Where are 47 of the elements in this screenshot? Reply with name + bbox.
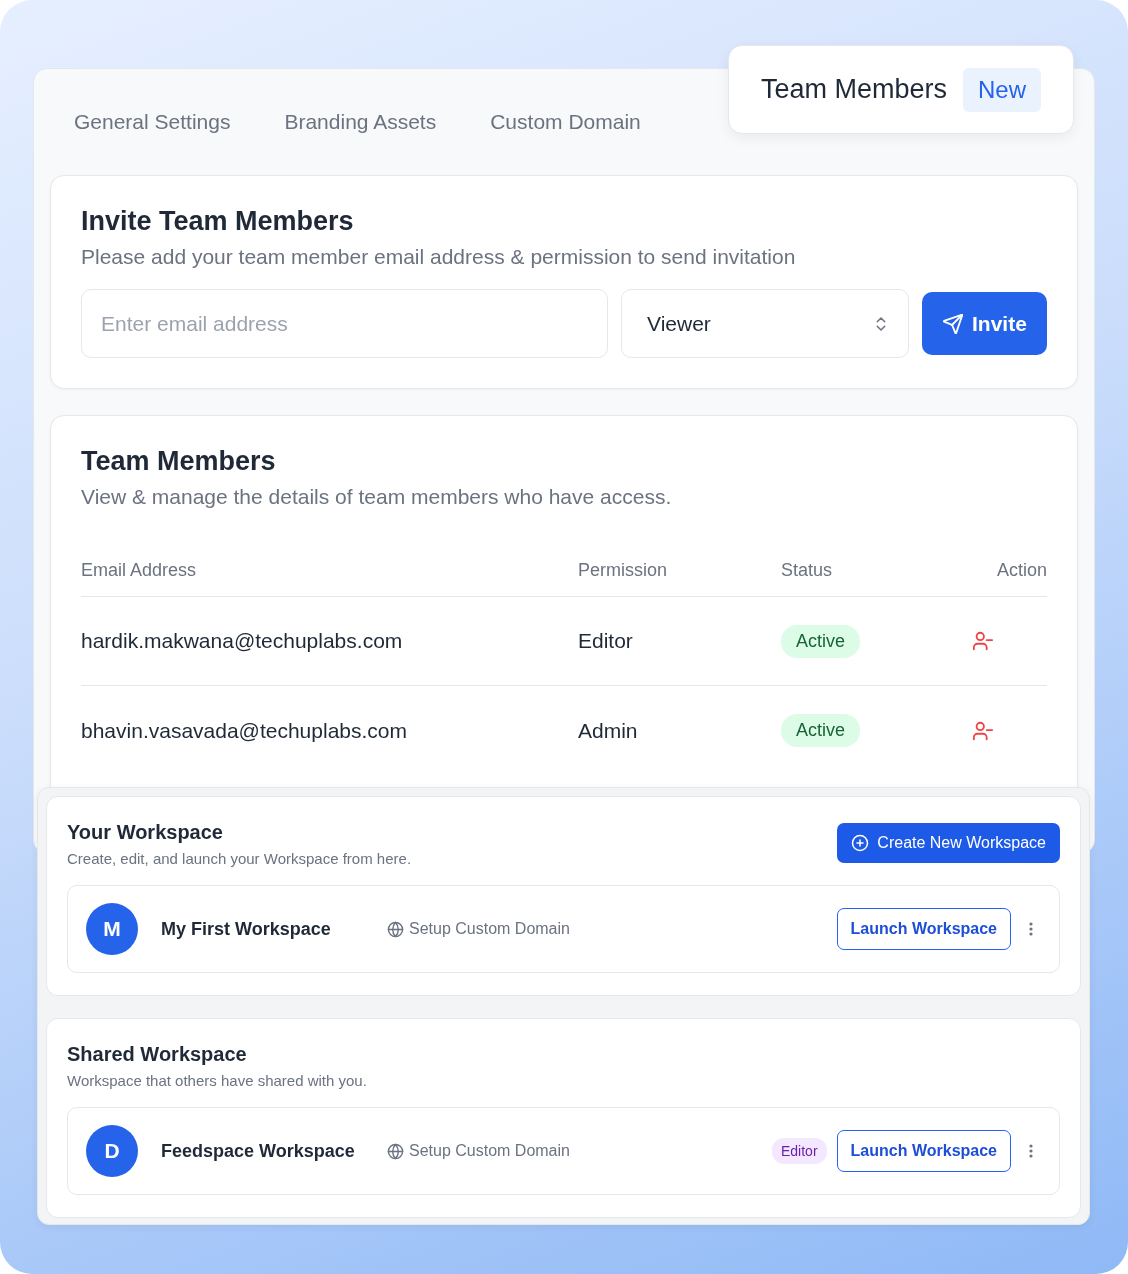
workspace-name: My First Workspace xyxy=(161,918,332,940)
tab[interactable]: Custom Domain xyxy=(490,110,641,134)
create-workspace-button[interactable]: Create New Workspace xyxy=(837,823,1060,863)
email-cell-text: hardik.makwana@techuplabs.com xyxy=(81,629,404,653)
invite-button[interactable]: Invite xyxy=(922,292,1047,355)
permission-cell-text: Editor xyxy=(578,629,634,653)
section-title: Your Workspace xyxy=(67,821,224,844)
setup-domain-link[interactable]: Setup Custom Domain xyxy=(387,1142,570,1160)
column-header: Permission xyxy=(578,560,669,581)
remove-user-icon[interactable] xyxy=(972,719,994,742)
email-cell-text: bhavin.vasavada@techuplabs.com xyxy=(81,718,408,743)
avatar: D xyxy=(86,1125,138,1177)
more-icon xyxy=(1029,1144,1033,1158)
column-header: Status xyxy=(781,560,834,581)
send-icon xyxy=(942,312,964,335)
globe-icon xyxy=(387,920,404,938)
tab[interactable]: Branding Assets xyxy=(284,110,437,134)
launch-button[interactable]: Launch Workspace xyxy=(836,1130,1011,1172)
permission-select[interactable]: Viewer xyxy=(621,289,909,358)
more-button[interactable] xyxy=(1029,1144,1033,1158)
card-subtitle: Please add your team member email address & permission to send invitation xyxy=(81,245,797,269)
more-button[interactable] xyxy=(1029,922,1033,936)
setup-domain-link[interactable]: Setup Custom Domain xyxy=(387,920,570,938)
tab-label: Team Members xyxy=(760,74,947,105)
section-subtitle: Workspace that others have shared with you. xyxy=(67,1072,367,1089)
email-field[interactable]: Enter email address xyxy=(81,289,608,358)
column-header: Action xyxy=(996,560,1047,581)
workspace-name: Feedspace Workspace xyxy=(161,1140,356,1162)
column-header: Email Address xyxy=(81,560,198,581)
launch-button[interactable]: Launch Workspace xyxy=(836,908,1011,950)
more-icon xyxy=(1029,922,1033,936)
plus-icon xyxy=(851,834,870,852)
role-badge: Editor xyxy=(772,1138,827,1164)
tab[interactable]: General Settings xyxy=(74,110,231,134)
avatar: M xyxy=(86,903,138,955)
card-title: Invite Team Members xyxy=(81,206,355,237)
card-title: Team Members xyxy=(81,446,277,477)
section-title: Shared Workspace xyxy=(67,1043,248,1066)
card-subtitle: View & manage the details of team members who have access. xyxy=(81,485,673,509)
status-badge: Active xyxy=(781,624,861,658)
globe-icon xyxy=(387,1142,404,1160)
permission-cell-text: Admin xyxy=(578,718,639,743)
tab[interactable]: Team Members New xyxy=(727,45,1074,134)
remove-user-icon[interactable] xyxy=(972,630,994,652)
section-subtitle: Create, edit, and launch your Workspace from here. xyxy=(67,850,412,867)
new-badge: New xyxy=(963,67,1041,112)
status-badge: Active xyxy=(781,714,861,747)
